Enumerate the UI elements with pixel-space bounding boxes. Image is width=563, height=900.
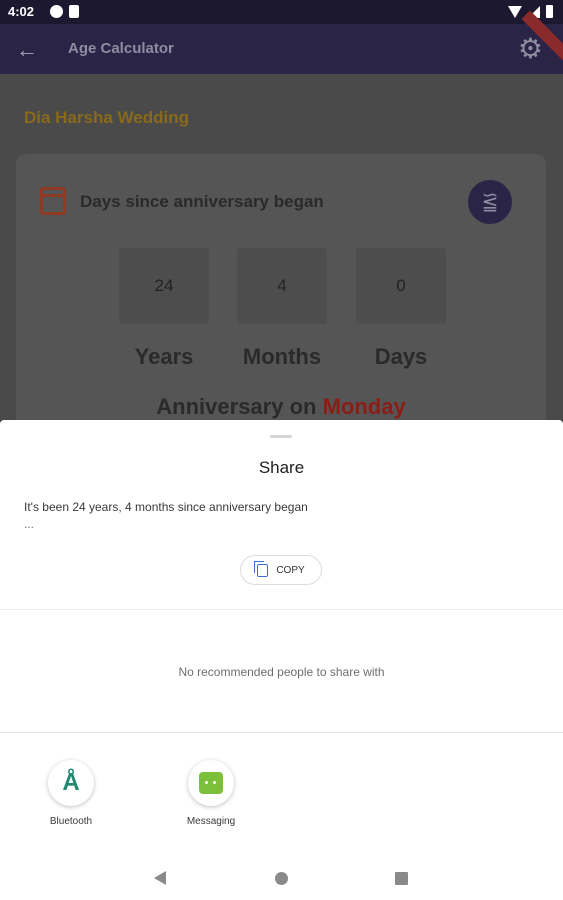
anniversary-day: Monday bbox=[322, 394, 406, 419]
status-time: 4:02 bbox=[8, 4, 35, 19]
app-title: Age Calculator bbox=[68, 40, 174, 57]
event-title: Dia Harsha Wedding bbox=[24, 108, 189, 127]
months-value-box: 4 bbox=[237, 248, 327, 324]
no-recommended-people-text: No recommended people to share with bbox=[178, 665, 385, 679]
share-preview-text: It's been 24 years, 4 months since anniv… bbox=[24, 500, 308, 514]
share-target-messaging[interactable]: Messaging bbox=[166, 760, 256, 827]
divider bbox=[0, 609, 563, 610]
nav-recents-icon[interactable] bbox=[395, 872, 408, 885]
nav-home-icon[interactable] bbox=[275, 872, 288, 885]
card-heading: Days since anniversary began bbox=[80, 192, 324, 211]
battery-icon bbox=[546, 5, 553, 18]
share-sheet: Share It's been 24 years, 4 months since… bbox=[0, 420, 563, 900]
calendar-icon bbox=[40, 187, 66, 215]
bluetooth-icon: Å bbox=[48, 760, 94, 806]
share-preview-ellipsis: ... bbox=[24, 517, 35, 531]
months-label: Months bbox=[242, 344, 322, 369]
copy-label: COPY bbox=[276, 564, 305, 576]
share-target-bluetooth[interactable]: Å Bluetooth bbox=[26, 760, 116, 827]
status-left-icons bbox=[50, 5, 79, 18]
copy-button[interactable]: COPY bbox=[240, 555, 322, 585]
anniversary-card: Days since anniversary began ⪟ 24 4 0 Ye… bbox=[16, 154, 546, 444]
years-value-box: 24 bbox=[119, 248, 209, 324]
drag-handle[interactable] bbox=[270, 435, 292, 438]
arrow-left-icon[interactable]: ← bbox=[16, 37, 38, 63]
share-icon[interactable]: ⪟ bbox=[468, 180, 512, 224]
anniversary-line: Anniversary on Monday bbox=[16, 394, 546, 420]
days-value-box: 0 bbox=[356, 248, 446, 324]
background-content: Dia Harsha Wedding Days since anniversar… bbox=[0, 74, 563, 444]
nav-back-icon[interactable] bbox=[154, 871, 166, 885]
gear-icon[interactable]: ⚙ bbox=[518, 35, 543, 63]
anniversary-prefix: Anniversary on bbox=[156, 394, 317, 419]
sd-card-icon bbox=[69, 5, 79, 18]
days-label: Days bbox=[374, 344, 428, 369]
app-bar: ← Age Calculator ⚙ bbox=[0, 10, 563, 74]
messaging-icon bbox=[188, 760, 234, 806]
share-target-label: Messaging bbox=[186, 816, 236, 827]
share-target-label: Bluetooth bbox=[49, 816, 93, 827]
wifi-icon bbox=[508, 5, 522, 18]
notification-icon bbox=[50, 5, 63, 18]
years-label: Years bbox=[134, 344, 194, 369]
sheet-title: Share bbox=[258, 458, 305, 477]
status-bar: 4:02 bbox=[0, 0, 563, 24]
divider bbox=[0, 732, 563, 733]
copy-icon bbox=[254, 560, 269, 577]
